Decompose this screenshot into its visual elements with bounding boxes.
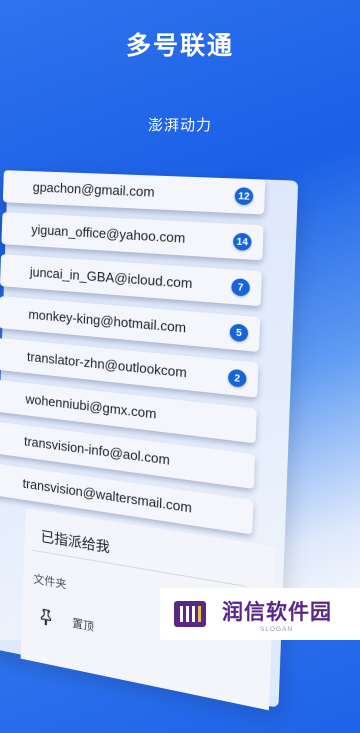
unread-badge: 7: [231, 277, 251, 297]
pinned-folder-item[interactable]: 置顶: [38, 608, 94, 635]
folder-section-label: 文件夹: [33, 572, 67, 592]
unread-badge: 12: [234, 187, 254, 206]
pin-icon: [38, 608, 55, 627]
account-email: gpachon@gmail.com: [32, 180, 155, 200]
app-title: 多号联通: [125, 31, 234, 60]
unread-badge: 2: [227, 368, 247, 388]
unread-badge: 14: [232, 232, 252, 251]
watermark-name: 润信软件园: [222, 600, 332, 624]
app-subtitle: 澎湃动力: [147, 116, 212, 134]
account-email: monkey-king@hotmail.com: [28, 307, 187, 336]
logo-mark-icon: [174, 601, 206, 627]
assigned-to-me-item[interactable]: 已指派给我: [40, 525, 110, 557]
pinned-folder-label: 置顶: [72, 616, 95, 633]
account-email: juncai_in_GBA@icloud.com: [29, 265, 193, 292]
unread-badge: 5: [229, 323, 249, 343]
account-email: wohenniubi@gmx.com: [25, 392, 157, 422]
account-email: yiguan_office@yahoo.com: [31, 222, 186, 246]
watermark-logo: 润信软件园 SLOGAN: [160, 588, 360, 640]
watermark-slogan: SLOGAN: [260, 626, 294, 633]
